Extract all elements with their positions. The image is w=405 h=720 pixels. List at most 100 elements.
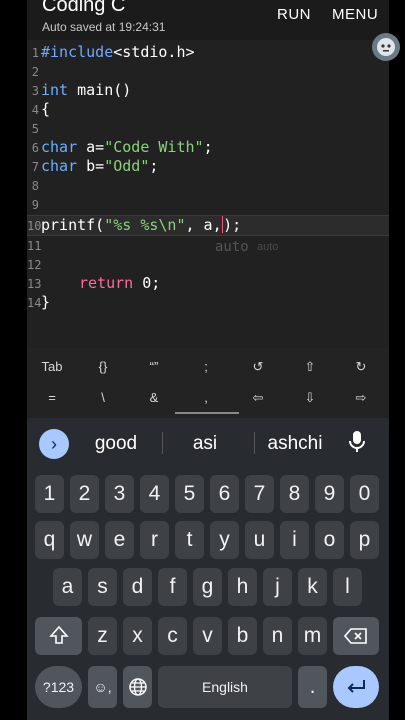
line-number: 4 [31,103,39,117]
enter-key[interactable] [333,666,379,708]
key-v[interactable]: v [193,617,222,655]
page-title: Coding C [42,0,126,16]
code-line: 14} [27,293,389,312]
key-8[interactable]: 8 [280,475,309,513]
key-1[interactable]: 1 [35,475,64,513]
left-letterbox [0,0,27,720]
line-number: 2 [31,65,39,79]
redo-icon[interactable]: ↻ [336,359,386,375]
key-h[interactable]: h [228,568,257,606]
emoji-key[interactable]: ☺, [88,666,117,708]
key-d[interactable]: d [123,568,152,606]
arrow-right-icon[interactable]: ⇨ [336,390,386,406]
key-9[interactable]: 9 [315,475,344,513]
key-2[interactable]: 2 [70,475,99,513]
menu-button[interactable]: MENU [332,6,378,23]
line-number: 10 [27,219,42,233]
extra-key-semicolon[interactable]: ; [181,359,231,374]
extra-key-braces[interactable]: {} [78,359,128,374]
undo-icon[interactable]: ↺ [233,359,283,375]
autocomplete-ghost-secondary: auto [257,241,279,253]
key-u[interactable]: u [245,521,274,559]
key-4[interactable]: 4 [140,475,169,513]
key-l[interactable]: l [333,568,362,606]
app-header: Coding C Auto saved at 19:24:31 RUN MENU [27,0,389,40]
code-line: 13 return 0; [27,274,389,293]
code-token: ; [203,138,213,156]
key-7[interactable]: 7 [245,475,274,513]
backspace-key[interactable] [333,617,379,655]
symbols-key[interactable]: ?123 [35,666,82,708]
bar-divider [175,412,239,414]
extra-key-tab[interactable]: Tab [27,359,77,374]
code-token: a= [77,138,105,156]
key-a[interactable]: a [53,568,82,606]
extra-key-equals[interactable]: = [27,390,77,405]
key-o[interactable]: o [315,521,344,559]
key-k[interactable]: k [298,568,327,606]
suggestion-item[interactable]: asi [160,433,250,455]
chevron-right-icon[interactable]: › [39,429,69,459]
code-token: 0; [133,274,161,292]
code-token: ; [149,157,159,175]
code-token: char [41,138,78,156]
key-j[interactable]: j [263,568,292,606]
line-number: 5 [31,122,39,136]
code-token: char [41,157,78,175]
key-n[interactable]: n [263,617,292,655]
code-line: 7 char b="Odd"; [27,157,389,176]
extra-keys-bar: Tab {} “” ; ↺ ⇧ ↻ = \ & , ⇦ ⇩ ⇨ [27,348,389,418]
key-i[interactable]: i [280,521,309,559]
code-token: #include [41,43,114,61]
key-m[interactable]: m [298,617,327,655]
key-x[interactable]: x [123,617,152,655]
code-token: { [41,100,51,118]
key-c[interactable]: c [158,617,187,655]
code-line: 4{ [27,100,389,119]
soft-keyboard: › good asi ashchi 1 2 3 4 5 6 7 8 9 0 q … [27,418,389,720]
key-y[interactable]: y [210,521,239,559]
microphone-icon[interactable] [347,430,367,459]
extra-key-quotes[interactable]: “” [129,359,179,374]
line-number: 7 [31,160,39,174]
shift-arrow-icon[interactable]: ⇧ [285,359,335,375]
key-r[interactable]: r [140,521,169,559]
shift-key[interactable] [35,617,82,655]
key-b[interactable]: b [228,617,257,655]
key-g[interactable]: g [193,568,222,606]
extra-key-backslash[interactable]: \ [78,390,128,405]
code-editor[interactable]: 1 #include<stdio.h> 2 3 int main() 4{ 5 6c… [27,43,389,346]
suggestion-strip: › good asi ashchi [27,418,389,468]
suggestion-item[interactable]: good [71,433,161,455]
key-e[interactable]: e [105,521,134,559]
key-z[interactable]: z [88,617,117,655]
key-6[interactable]: 6 [210,475,239,513]
code-line-active: 10 printf("%s %s\n", a,); [27,215,389,236]
key-t[interactable]: t [175,521,204,559]
extra-key-comma[interactable]: , [181,390,231,405]
right-letterbox [389,0,405,720]
line-number: 14 [27,296,42,310]
backspace-icon [343,628,367,644]
space-bar[interactable]: English [158,666,292,708]
period-key[interactable]: . [298,666,327,708]
key-w[interactable]: w [70,521,99,559]
arrow-left-icon[interactable]: ⇦ [233,390,283,406]
key-3[interactable]: 3 [105,475,134,513]
extra-key-ampersand[interactable]: & [129,390,179,405]
key-5[interactable]: 5 [175,475,204,513]
enter-icon [347,680,365,693]
line-number: 6 [31,141,39,155]
code-line: 8 [27,176,389,195]
suggestion-item[interactable]: ashchi [250,433,340,455]
key-s[interactable]: s [88,568,117,606]
key-q[interactable]: q [35,521,64,559]
key-p[interactable]: p [350,521,379,559]
line-number: 8 [31,179,39,193]
key-f[interactable]: f [158,568,187,606]
globe-key[interactable] [123,666,152,708]
arrow-down-icon[interactable]: ⇩ [285,390,335,406]
run-button[interactable]: RUN [277,6,311,23]
key-0[interactable]: 0 [350,475,379,513]
globe-icon [128,678,147,696]
